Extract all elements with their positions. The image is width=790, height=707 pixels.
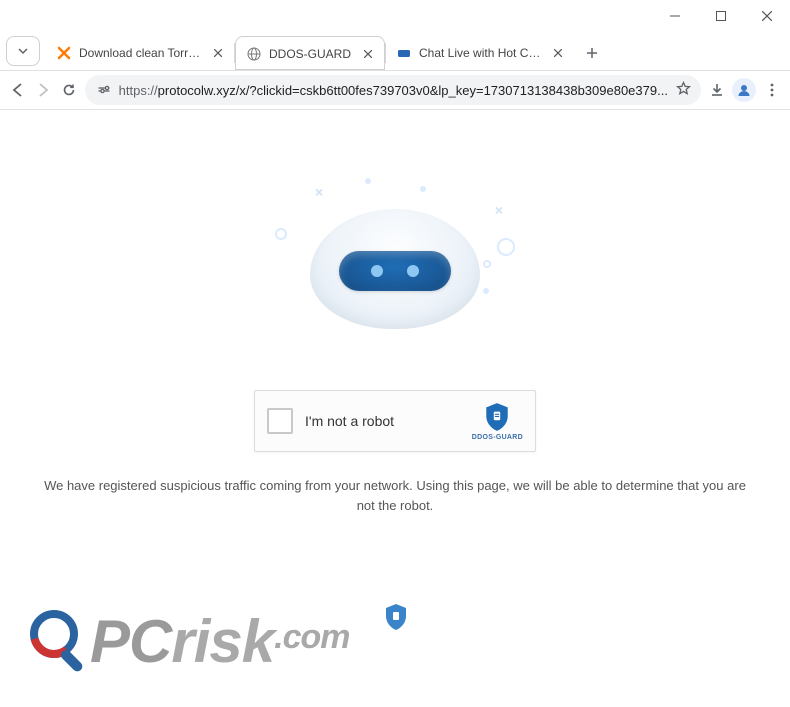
- notice-text: We have registered suspicious traffic co…: [34, 476, 756, 515]
- captcha-brand: DDOS-GUARD: [472, 402, 523, 441]
- window-titlebar: [0, 0, 790, 32]
- favicon-x-icon: [56, 45, 72, 61]
- tab-1[interactable]: Download clean Torrents | 1: [46, 36, 234, 70]
- overflow-menu-button[interactable]: [762, 75, 782, 105]
- window-minimize-button[interactable]: [652, 0, 698, 32]
- tab-3[interactable]: Chat Live with Hot Cam Girl: [386, 36, 574, 70]
- profile-button[interactable]: [732, 75, 756, 105]
- favicon-globe-icon: [246, 46, 262, 62]
- captcha-box: I'm not a robot DDOS-GUARD: [254, 390, 536, 452]
- reload-button[interactable]: [59, 75, 79, 105]
- watermark-logo: PCrisk.com: [24, 587, 424, 697]
- downloads-button[interactable]: [707, 75, 727, 105]
- tab-label: Chat Live with Hot Cam Girl: [419, 46, 543, 60]
- favicon-dot-icon: [396, 45, 412, 61]
- robot-illustration: × ×: [245, 168, 545, 368]
- window-close-button[interactable]: [744, 0, 790, 32]
- browser-toolbar: https://protocolw.xyz/x/?clickid=cskb6tt…: [0, 70, 790, 110]
- watermark-text: PCrisk.com: [90, 612, 349, 672]
- window-maximize-button[interactable]: [698, 0, 744, 32]
- tab-2-active[interactable]: DDOS-GUARD: [235, 36, 385, 70]
- address-bar[interactable]: https://protocolw.xyz/x/?clickid=cskb6tt…: [85, 75, 701, 105]
- site-settings-icon[interactable]: [97, 83, 111, 97]
- back-button[interactable]: [8, 75, 28, 105]
- new-tab-button[interactable]: [578, 39, 606, 67]
- magnifier-icon: [24, 606, 96, 678]
- captcha-checkbox[interactable]: [267, 408, 293, 434]
- tab-strip: Download clean Torrents | 1 DDOS-GUARD C…: [0, 32, 790, 70]
- tab-search-button[interactable]: [6, 36, 40, 66]
- tab-close-icon[interactable]: [360, 46, 376, 62]
- forward-button[interactable]: [34, 75, 54, 105]
- shield-icon: [484, 402, 510, 432]
- tab-close-icon[interactable]: [210, 45, 226, 61]
- captcha-label: I'm not a robot: [305, 413, 472, 429]
- watermark-shield-icon: [384, 603, 408, 631]
- tab-close-icon[interactable]: [550, 45, 566, 61]
- bookmark-star-icon[interactable]: [676, 81, 691, 99]
- page-viewport: × × I'm not a robot DDOS-GUARD: [0, 110, 790, 707]
- url-text: https://protocolw.xyz/x/?clickid=cskb6tt…: [119, 83, 668, 98]
- tab-label: DDOS-GUARD: [269, 47, 353, 61]
- captcha-brand-text: DDOS-GUARD: [472, 434, 523, 441]
- tab-label: Download clean Torrents | 1: [79, 46, 203, 60]
